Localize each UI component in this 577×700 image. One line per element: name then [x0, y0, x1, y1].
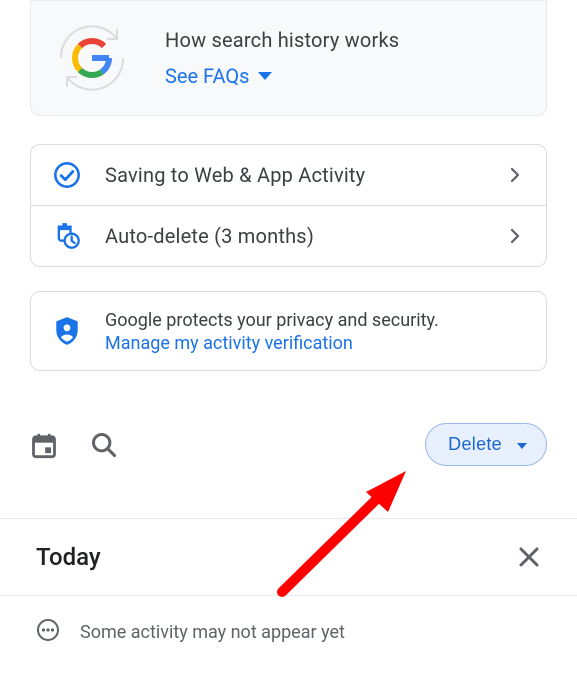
see-faqs-link[interactable]: See FAQs — [165, 64, 399, 88]
activity-note-row: Some activity may not appear yet — [0, 596, 577, 647]
search-icon[interactable] — [90, 431, 118, 459]
search-history-info-card: How search history works See FAQs — [30, 0, 547, 116]
today-header: Today — [0, 519, 577, 596]
check-circle-icon — [53, 161, 81, 189]
caret-down-icon — [257, 70, 273, 82]
today-title: Today — [36, 543, 101, 571]
auto-delete-label: Auto-delete (3 months) — [105, 224, 482, 248]
chevron-right-icon — [506, 166, 524, 184]
activity-note-text: Some activity may not appear yet — [80, 622, 345, 643]
activity-toolbar: Delete — [30, 423, 547, 466]
more-horizontal-icon — [36, 618, 60, 647]
delete-dropdown-button[interactable]: Delete — [425, 423, 547, 466]
delete-label: Delete — [448, 434, 502, 455]
activity-settings-list: Saving to Web & App Activity Auto-delete… — [30, 144, 547, 267]
calendar-icon[interactable] — [30, 431, 58, 459]
chevron-right-icon — [506, 227, 524, 245]
caret-down-icon — [516, 434, 528, 455]
google-refresh-icon — [53, 19, 131, 97]
info-card-title: How search history works — [165, 28, 399, 52]
manage-verification-link[interactable]: Manage my activity verification — [105, 333, 353, 354]
saving-activity-label: Saving to Web & App Activity — [105, 163, 482, 187]
see-faqs-label: See FAQs — [165, 64, 249, 88]
close-icon[interactable] — [515, 543, 543, 571]
today-section: Today Some activity may not appear yet — [0, 518, 577, 647]
privacy-card: Google protects your privacy and securit… — [30, 291, 547, 371]
auto-delete-row[interactable]: Auto-delete (3 months) — [31, 206, 546, 266]
privacy-text: Google protects your privacy and securit… — [105, 308, 439, 333]
shield-user-icon — [53, 317, 81, 345]
saving-activity-row[interactable]: Saving to Web & App Activity — [31, 145, 546, 206]
auto-delete-icon — [53, 222, 81, 250]
